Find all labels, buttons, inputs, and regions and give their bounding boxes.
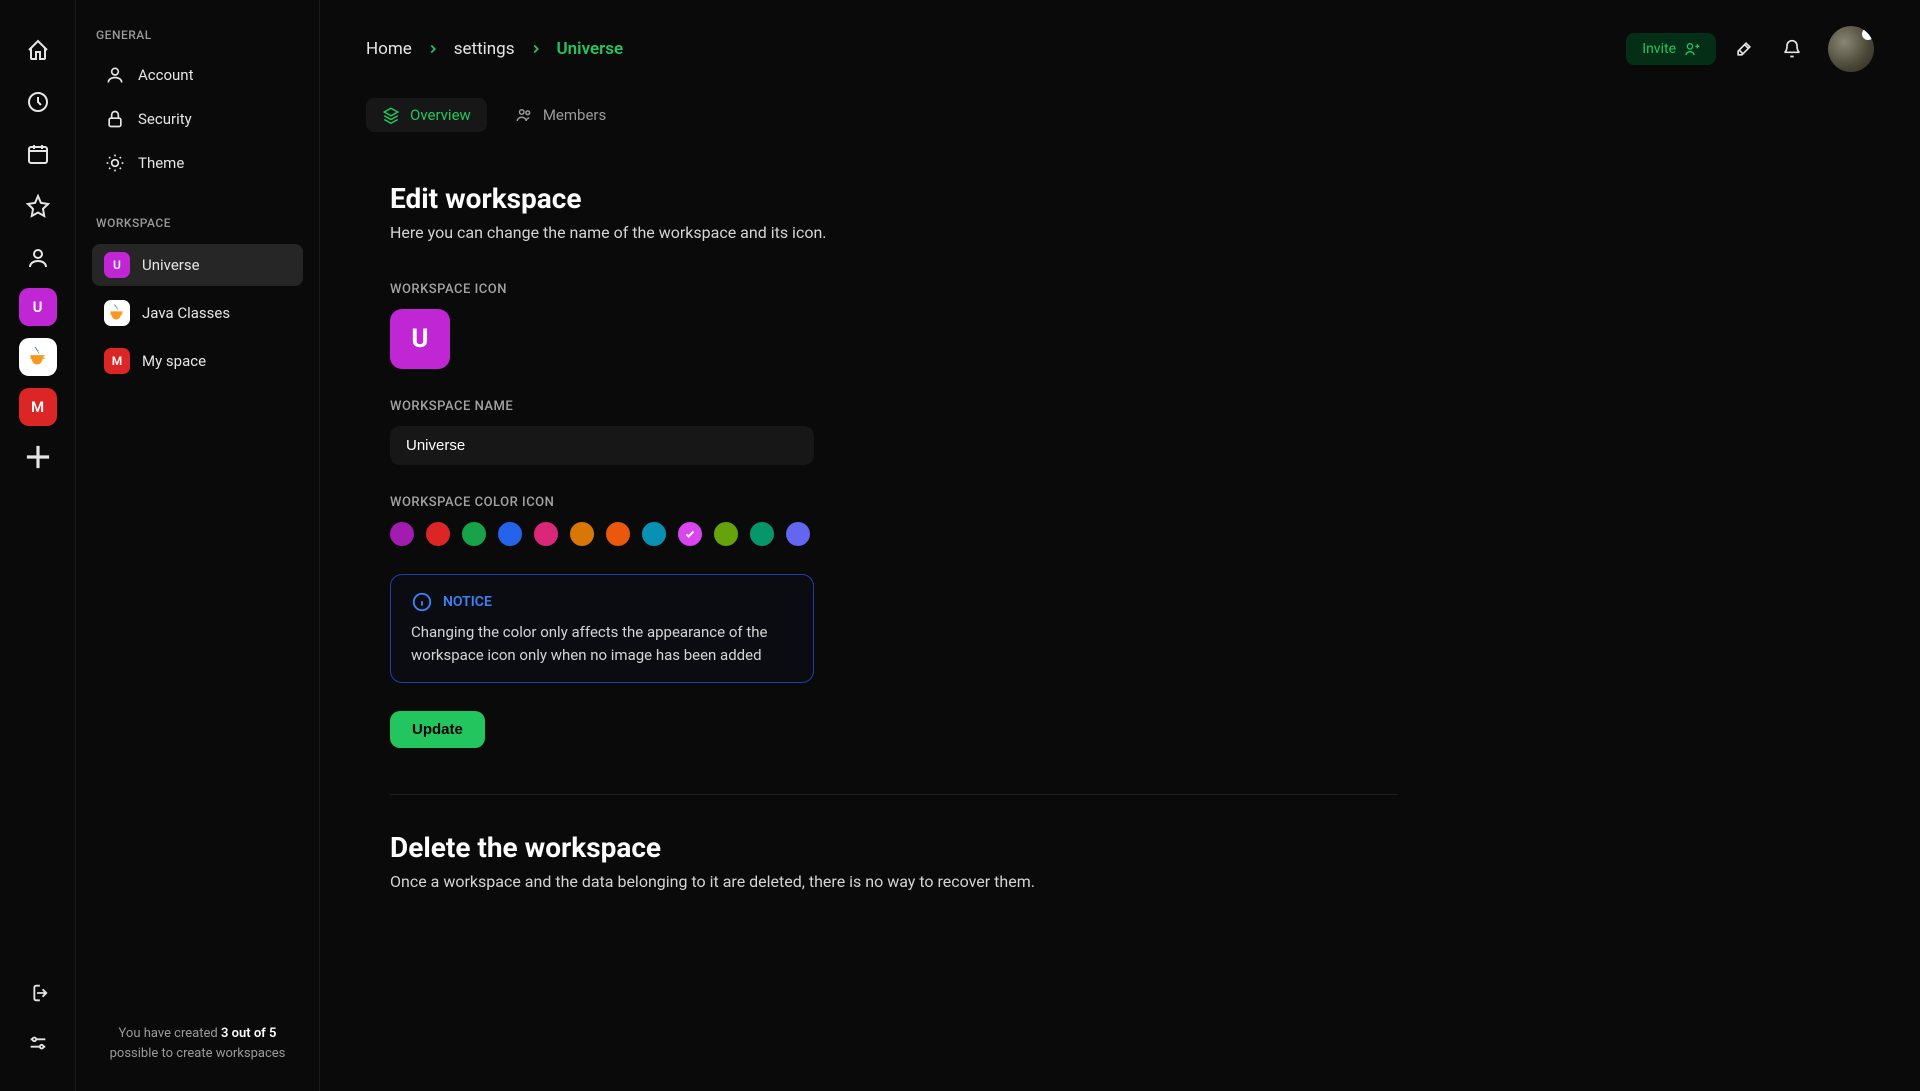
workspace-mini-icon: U [104,252,130,278]
bell-icon[interactable] [1772,29,1812,69]
color-swatch[interactable] [750,522,774,546]
color-swatch[interactable] [570,522,594,546]
nav-calendar-icon[interactable] [16,132,60,176]
avatar[interactable] [1828,26,1874,72]
breadcrumb-home[interactable]: Home [366,39,412,59]
invite-button[interactable]: Invite [1626,33,1716,65]
color-swatch[interactable] [786,522,810,546]
breadcrumb-current: Universe [557,39,624,59]
sidebar-item-label: Java Classes [142,304,230,322]
check-icon [684,528,696,540]
topbar: Home settings Universe Invite [320,0,1920,84]
nav-starred-icon[interactable] [16,184,60,228]
sidebar-general-title: GENERAL [92,28,303,42]
user-plus-icon [1684,41,1700,57]
workspace-icon-preview[interactable]: U [390,309,450,369]
icon-rail: U M [0,0,76,1091]
update-button[interactable]: Update [390,711,485,748]
layers-icon [382,106,400,124]
logout-icon[interactable] [16,971,60,1015]
workspace-name-input[interactable] [390,426,814,465]
sidebar-item-theme[interactable]: Theme [92,144,303,182]
sun-icon [104,152,126,174]
rail-workspace-java[interactable] [19,338,57,376]
nav-user-icon[interactable] [16,236,60,280]
color-swatch[interactable] [678,522,702,546]
workspace-color-label: WORKSPACE COLOR ICON [390,495,1398,510]
users-icon [515,106,533,124]
rail-workspace-myspace[interactable]: M [19,388,57,426]
sidebar-item-label: Universe [142,256,200,274]
notice-box: NOTICE Changing the color only affects t… [390,574,814,683]
notice-body: Changing the color only affects the appe… [411,621,793,666]
invite-label: Invite [1642,41,1676,57]
sidebar-item-label: Theme [138,154,184,172]
workspace-name-label: WORKSPACE NAME [390,399,1398,414]
add-workspace-button[interactable] [19,438,57,476]
color-swatch[interactable] [498,522,522,546]
sidebar-workspace-title: WORKSPACE [92,216,303,230]
rail-workspace-letter: M [31,398,44,416]
delete-heading: Delete the workspace [390,831,1398,864]
chevron-right-icon [529,42,543,56]
settings-sliders-icon[interactable] [16,1021,60,1065]
rail-workspace-universe[interactable]: U [19,288,57,326]
divider [390,794,1398,795]
sidebar-item-account[interactable]: Account [92,56,303,94]
sidebar: GENERAL Account Security Theme WORKSPACE… [76,0,320,1091]
rail-workspace-letter: U [33,298,43,316]
sidebar-item-myspace[interactable]: M My space [92,340,303,382]
info-icon [411,591,433,613]
color-swatch[interactable] [390,522,414,546]
edit-sub: Here you can change the name of the work… [390,223,1398,242]
sidebar-item-label: My space [142,352,206,370]
sidebar-item-java[interactable]: Java Classes [92,292,303,334]
sidebar-item-universe[interactable]: U Universe [92,244,303,286]
color-swatch[interactable] [426,522,450,546]
tab-label: Overview [410,106,471,124]
tab-label: Members [543,106,606,124]
nav-recent-icon[interactable] [16,80,60,124]
tools-icon[interactable] [1724,29,1764,69]
tab-overview[interactable]: Overview [366,98,487,132]
sidebar-item-security[interactable]: Security [92,100,303,138]
workspace-mini-icon [104,300,130,326]
content: Edit workspace Here you can change the n… [344,146,1444,971]
sidebar-item-label: Security [138,110,192,128]
breadcrumb-settings[interactable]: settings [454,39,515,59]
color-swatch[interactable] [462,522,486,546]
color-swatches [390,522,1398,546]
tab-members[interactable]: Members [499,98,622,132]
color-swatch[interactable] [534,522,558,546]
delete-sub: Once a workspace and the data belonging … [390,872,1398,891]
user-icon [104,64,126,86]
color-swatch[interactable] [714,522,738,546]
sidebar-footer: You have created 3 out of 5 possible to … [92,1024,303,1063]
tabs: Overview Members [320,84,1920,146]
color-swatch[interactable] [606,522,630,546]
breadcrumb: Home settings Universe [366,39,623,59]
workspace-mini-icon: M [104,348,130,374]
color-swatch[interactable] [642,522,666,546]
sidebar-item-label: Account [138,66,194,84]
notice-title: NOTICE [443,594,492,610]
nav-home-icon[interactable] [16,28,60,72]
workspace-icon-label: WORKSPACE ICON [390,282,1398,297]
lock-icon [104,108,126,130]
edit-heading: Edit workspace [390,182,1398,215]
main-content: Home settings Universe Invite Overview M… [320,0,1920,1091]
chevron-right-icon [426,42,440,56]
